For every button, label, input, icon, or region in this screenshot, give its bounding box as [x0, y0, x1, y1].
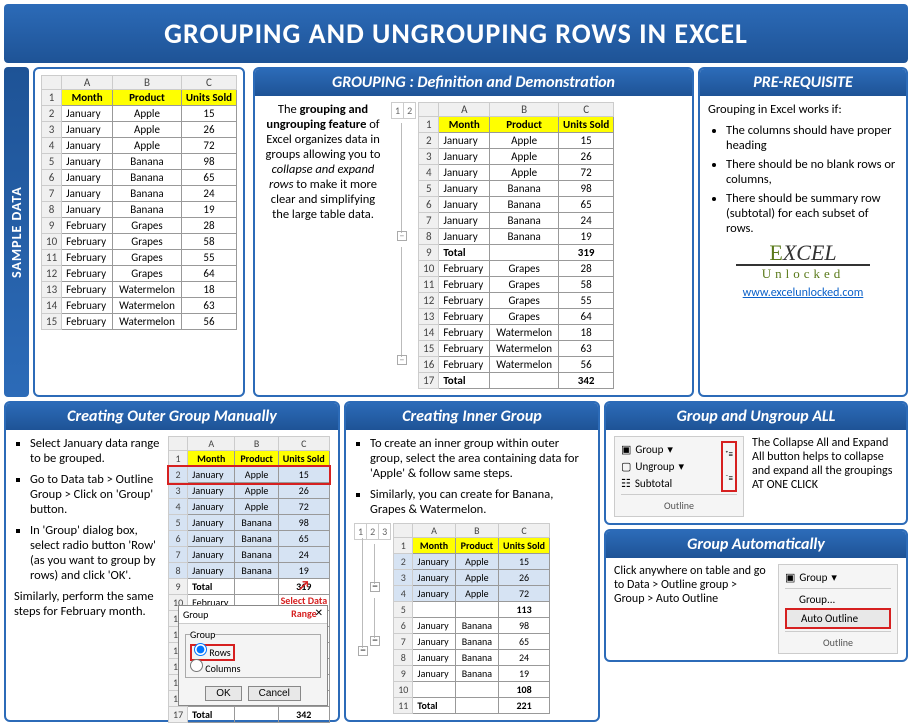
step-item: In 'Group' dialog box, select radio butt… [30, 523, 162, 583]
prereq-item: There should be summary row (subtotal) f… [726, 191, 898, 236]
website-link[interactable]: www.excelunlocked.com [708, 286, 898, 300]
subtotal-button[interactable]: ☷Subtotal [621, 475, 684, 492]
group-icon: ▣ [621, 443, 631, 456]
auto-group-text: Click anywhere on table and go to Data >… [614, 564, 770, 654]
outer-group-heading: Creating Outer Group Manually [6, 403, 338, 430]
inner-step: To create an inner group within outer gr… [370, 436, 590, 481]
step-item: Go to Data tab > Outline Group > Click o… [30, 472, 162, 517]
collapse-button[interactable]: − [397, 231, 407, 241]
step-tail: Similarly, perform the same steps for Fe… [14, 589, 162, 619]
prerequisite-heading: PRE-REQUISITE [700, 69, 906, 96]
inner-group-heading: Creating Inner Group [346, 403, 598, 430]
expand-all-button[interactable]: ⁺≡ [725, 449, 733, 460]
group-all-text: The Collapse All and Expand All button h… [752, 436, 898, 492]
chevron-down-icon: ▾ [667, 443, 673, 456]
page-title: GROUPING AND UNGROUPING ROWS IN EXCEL [4, 4, 908, 63]
sample-table: ABC 1MonthProductUnits Sold 2JanuaryAppl… [41, 75, 237, 330]
prereq-item: The columns should have proper heading [726, 123, 898, 153]
collapse-button[interactable]: − [358, 646, 368, 656]
sample-data-panel: ABC 1MonthProductUnits Sold 2JanuaryAppl… [33, 67, 245, 397]
ok-button[interactable]: OK [205, 686, 241, 701]
chevron-down-icon: ▾ [831, 571, 837, 584]
step-item: Select January data range to be grouped. [30, 436, 162, 466]
group-dialog: Group✕ Group Rows Columns OK Cancel [178, 605, 328, 706]
auto-group-heading: Group Automatically [606, 531, 906, 558]
group-menu: ▣Group ▾ Group... Auto Outline Outline [778, 564, 898, 654]
definition-heading: GROUPING : Definition and Demonstration [255, 69, 692, 96]
group-dropdown[interactable]: ▣Group ▾ [785, 569, 891, 586]
select-range-note: ↗ Select Data Range [278, 577, 330, 620]
prereq-item: There should be no blank rows or columns… [726, 157, 898, 187]
demo-table: ABC 1MonthProductUnits Sold 2JanuaryAppl… [418, 102, 614, 389]
definition-text: The grouping and ungrouping feature of E… [263, 102, 383, 389]
cancel-button[interactable]: Cancel [248, 686, 301, 701]
chevron-down-icon: ▾ [678, 460, 684, 473]
collapse-all-button[interactable]: ⁻≡ [725, 473, 733, 484]
prereq-intro: Grouping in Excel works if: [708, 102, 898, 117]
group-all-heading: Group and Ungroup ALL [606, 403, 906, 430]
excel-unlocked-logo: EXCEL Unlocked [708, 240, 898, 282]
sample-data-label: SAMPLE DATA [4, 67, 29, 397]
inner-step: Similarly, you can create for Banana, Gr… [370, 487, 590, 517]
collapse-button[interactable]: − [397, 355, 407, 365]
ungroup-icon: ▢ [621, 460, 631, 473]
outline-level-buttons[interactable]: 12 [391, 102, 416, 119]
inner-group-table: ABC 1MonthProductUnits Sold 2JanuaryAppl… [393, 523, 550, 714]
group-button[interactable]: ▣Group ▾ [621, 441, 684, 458]
subtotal-icon: ☷ [621, 477, 631, 490]
columns-radio[interactable]: Columns [190, 662, 241, 675]
outline-ribbon: ▣Group ▾ ▢Ungroup ▾ ☷Subtotal ⁺≡ ⁻≡ Outl… [614, 436, 744, 517]
group-icon: ▣ [785, 571, 795, 584]
ungroup-button[interactable]: ▢Ungroup ▾ [621, 458, 684, 475]
auto-outline-menu-item[interactable]: Auto Outline [785, 608, 891, 629]
group-menu-item[interactable]: Group... [785, 591, 891, 608]
